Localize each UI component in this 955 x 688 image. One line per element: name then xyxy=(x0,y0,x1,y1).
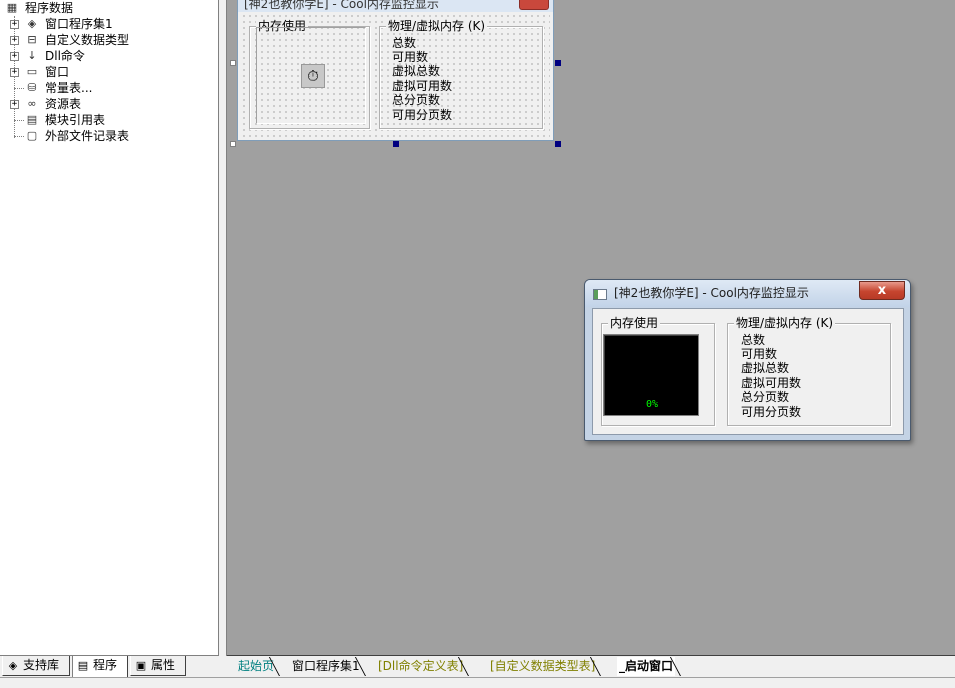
label-virtual-available: 虚拟可用数 xyxy=(741,376,802,390)
tree-connector-line xyxy=(14,136,24,137)
close-icon xyxy=(519,0,549,10)
resize-handle[interactable] xyxy=(555,60,561,66)
timer-icon: ⏱ xyxy=(301,64,325,88)
tab-label: [自定义数据类型表] xyxy=(490,659,596,673)
designed-form-titlebar: [神2也教你学E] - Cool内存监控显示 xyxy=(238,0,553,12)
memory-display-placeholder[interactable]: ⏱ xyxy=(256,27,366,124)
close-button[interactable]: x xyxy=(859,281,905,300)
tree-item-label: 自定义数据类型 xyxy=(45,33,130,47)
label-total: 总数 xyxy=(741,333,766,347)
label-virtual-total: 虚拟总数 xyxy=(741,361,790,375)
external-file-icon: ▢ xyxy=(26,129,38,142)
editor-tabs: 起始页 窗口程序集1 [Dll命令定义表] [自定义数据类型表] _启动窗口 xyxy=(227,655,955,677)
module-ref-icon: ▤ xyxy=(26,113,38,126)
properties-icon: ▣ xyxy=(135,659,147,672)
tab-label: _启动窗口 xyxy=(619,659,674,673)
label-available: 可用数 xyxy=(741,347,778,361)
label-total-pages: 总分页数 xyxy=(392,93,441,107)
tab-label: 程序 xyxy=(93,658,118,672)
tree-connector-line xyxy=(14,88,24,89)
expand-icon[interactable]: + xyxy=(10,52,19,61)
label-virtual-available: 虚拟可用数 xyxy=(392,79,453,93)
memory-usage-display: 0% xyxy=(603,334,699,416)
tree-item-label: 常量表... xyxy=(45,81,93,95)
tree-item-label: Dll命令 xyxy=(45,49,85,63)
resize-handle[interactable] xyxy=(230,60,236,66)
tree-item-label: 模块引用表 xyxy=(45,113,106,127)
preview-window[interactable]: [神2也教你学E] - Cool内存监控显示 x 内存使用 物理/虚拟内存 (K… xyxy=(584,279,911,441)
window-module-icon: ◈ xyxy=(27,17,37,30)
constant-table-icon: ⛁ xyxy=(27,81,37,94)
preview-titlebar[interactable]: [神2也教你学E] - Cool内存监控显示 x xyxy=(585,280,910,307)
memory-percent: 0% xyxy=(645,399,659,410)
label-available: 可用数 xyxy=(392,50,429,64)
group-memory-title: 内存使用 xyxy=(608,316,661,330)
tab-label: 起始页 xyxy=(238,659,275,673)
program-data-icon: ▦ xyxy=(6,1,18,14)
label-total: 总数 xyxy=(392,36,417,50)
expand-icon[interactable]: + xyxy=(10,100,19,109)
tab-label: [Dll命令定义表] xyxy=(378,659,464,673)
label-available-pages: 可用分页数 xyxy=(392,108,453,122)
resize-handle[interactable] xyxy=(230,141,236,147)
label-total-pages: 总分页数 xyxy=(741,390,790,404)
tab-window-module[interactable]: 窗口程序集1 xyxy=(292,657,360,676)
resize-handle[interactable] xyxy=(393,141,399,147)
program-tree-panel: ▦ 程序数据 + ◈ 窗口程序集1 + ⊟ 自定义数据类型 + ↓ Dll命令 … xyxy=(0,0,219,656)
left-panel-tabs: ◈ 支持库 ▤ 程序 ▣ 属性 xyxy=(0,655,219,678)
custom-type-icon: ⊟ xyxy=(27,33,37,46)
designed-form-title: [神2也教你学E] - Cool内存监控显示 xyxy=(244,0,439,11)
library-icon: ◈ xyxy=(8,659,18,672)
preview-title: [神2也教你学E] - Cool内存监控显示 xyxy=(614,286,809,300)
group-memory-usage[interactable]: 内存使用 ⏱ xyxy=(249,19,370,129)
app-icon xyxy=(593,289,607,300)
group-phys-virtual-memory: 物理/虚拟内存 (K) 总数 可用数 虚拟总数 虚拟可用数 总分页数 可用分页数 xyxy=(727,316,891,426)
window-icon: ▭ xyxy=(26,65,38,78)
group-phys-virtual-memory[interactable]: 物理/虚拟内存 (K) 总数 可用数 虚拟总数 虚拟可用数 总分页数 可用分页数 xyxy=(379,19,543,129)
tab-startup-window[interactable]: _启动窗口 xyxy=(617,657,676,676)
label-available-pages: 可用分页数 xyxy=(741,405,802,419)
tab-start-page[interactable]: 起始页 xyxy=(238,657,274,676)
tab-label: 支持库 xyxy=(23,658,60,672)
tab-dll-command-table[interactable]: [Dll命令定义表] xyxy=(378,657,463,676)
status-bar xyxy=(0,677,955,688)
resize-handle[interactable] xyxy=(555,141,561,147)
label-virtual-total: 虚拟总数 xyxy=(392,64,441,78)
expand-icon[interactable]: + xyxy=(10,68,19,77)
designed-form[interactable]: [神2也教你学E] - Cool内存监控显示 内存使用 ⏱ 物理/虚拟内存 (K… xyxy=(237,0,554,141)
tree-connector-line xyxy=(14,120,24,121)
tab-properties[interactable]: ▣ 属性 xyxy=(130,656,186,676)
tab-custom-type-table[interactable]: [自定义数据类型表] xyxy=(490,657,595,676)
expand-icon[interactable]: + xyxy=(10,20,19,29)
program-icon: ▤ xyxy=(77,659,89,672)
resource-table-icon: ∞ xyxy=(27,97,37,110)
group-phys-title: 物理/虚拟内存 (K) xyxy=(734,316,836,330)
tab-label: 窗口程序集1 xyxy=(292,659,360,673)
tab-program[interactable]: ▤ 程序 xyxy=(72,656,128,678)
designed-form-client[interactable]: 内存使用 ⏱ 物理/虚拟内存 (K) 总数 可用数 虚拟总数 虚拟可用数 总分页… xyxy=(241,13,550,137)
panel-splitter[interactable] xyxy=(219,0,227,656)
tree-item-label: 窗口程序集1 xyxy=(45,17,113,31)
tree-item-label: 窗口 xyxy=(45,65,70,79)
tree-root-label: 程序数据 xyxy=(25,1,74,15)
dll-command-icon: ↓ xyxy=(27,49,37,62)
expand-icon[interactable]: + xyxy=(10,36,19,45)
tab-support-library[interactable]: ◈ 支持库 xyxy=(2,656,70,676)
tree-item-label: 外部文件记录表 xyxy=(45,129,130,143)
group-phys-title: 物理/虚拟内存 (K) xyxy=(386,19,488,33)
tree-item-label: 资源表 xyxy=(45,97,82,111)
tab-label: 属性 xyxy=(151,658,176,672)
